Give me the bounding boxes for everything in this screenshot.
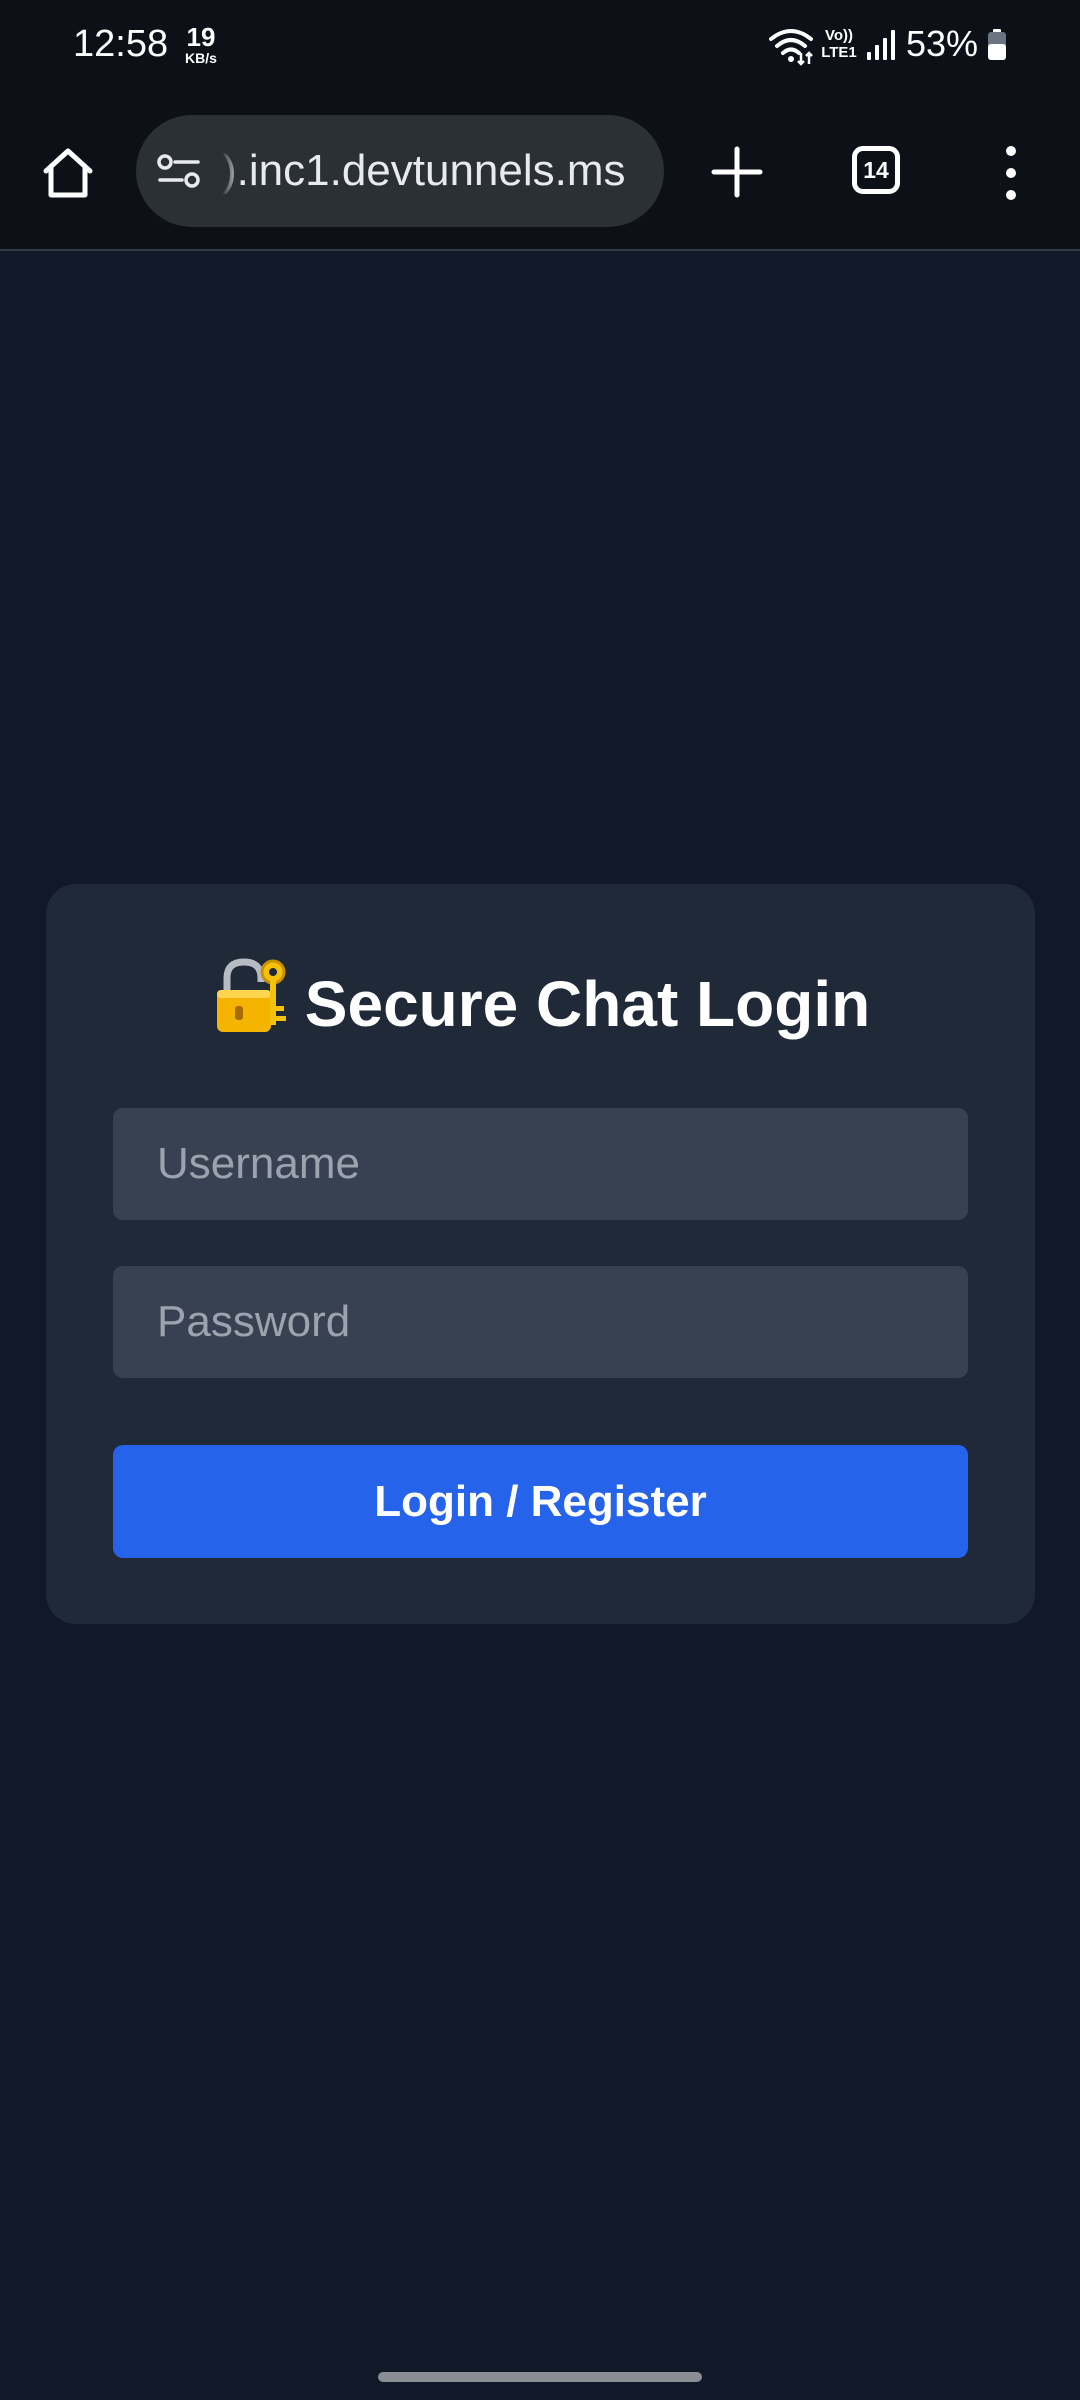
browser-toolbar: ).inc1.devtunnels.ms 14	[0, 95, 1080, 251]
tab-switcher-button[interactable]: 14	[852, 146, 900, 194]
wifi-icon	[769, 29, 813, 66]
login-register-button[interactable]: Login / Register	[113, 1445, 968, 1558]
password-input[interactable]	[113, 1266, 968, 1378]
battery-percent: 53%	[906, 23, 979, 64]
username-input[interactable]	[113, 1108, 968, 1220]
url-bar[interactable]: ).inc1.devtunnels.ms	[136, 115, 664, 227]
status-bar: 12:58 19 KB/s Vo)) LTE1 53%	[0, 0, 1080, 95]
network-speed: 19 KB/s	[180, 24, 222, 65]
lock-with-key-icon	[216, 958, 286, 1032]
network-speed-unit: KB/s	[185, 50, 217, 66]
site-settings-icon[interactable]	[156, 151, 202, 191]
status-time: 12:58	[73, 23, 169, 65]
battery-icon	[988, 29, 1006, 60]
volte-label: Vo))	[824, 27, 854, 44]
gesture-handle[interactable]	[378, 2372, 702, 2382]
lte-label: LTE1	[821, 44, 857, 61]
network-speed-value: 19	[186, 22, 216, 52]
url-text: ).inc1.devtunnels.ms	[222, 146, 626, 195]
login-title: Secure Chat Login	[46, 954, 1035, 1044]
signal-icon	[867, 30, 895, 60]
volte-indicator: Vo)) LTE1	[818, 28, 860, 60]
login-title-text: Secure Chat Login	[304, 968, 871, 1040]
new-tab-icon[interactable]	[708, 143, 766, 201]
login-card: Secure Chat Login Login / Register	[46, 884, 1035, 1624]
url-fade	[216, 135, 242, 207]
home-icon[interactable]	[38, 143, 98, 203]
more-menu-icon[interactable]	[996, 143, 1026, 203]
